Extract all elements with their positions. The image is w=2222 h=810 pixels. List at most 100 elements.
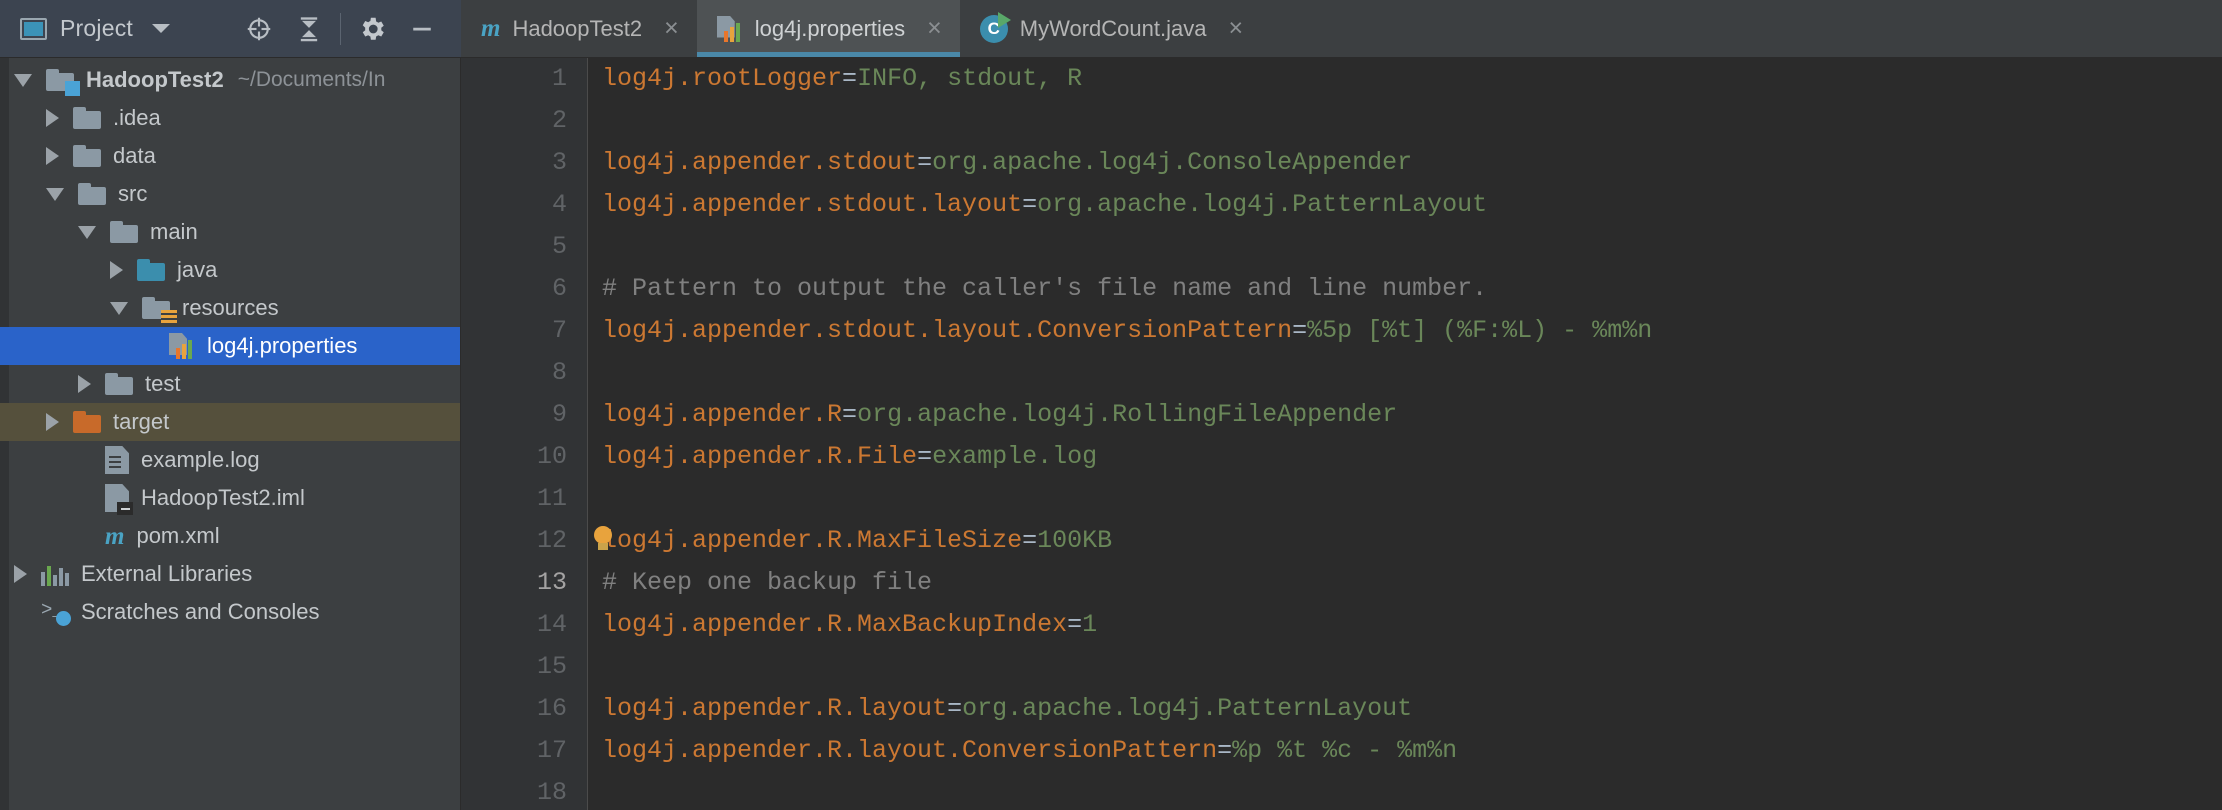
code-line[interactable] bbox=[588, 100, 2222, 142]
code-line[interactable]: log4j.appender.R.layout=org.apache.log4j… bbox=[588, 688, 2222, 730]
editor-tab-hadooptest2[interactable]: m HadoopTest2 × bbox=[461, 0, 697, 57]
minimize-icon[interactable] bbox=[397, 6, 447, 52]
tree-row-test[interactable]: test bbox=[0, 365, 460, 403]
maven-icon: m bbox=[105, 522, 125, 550]
code-line[interactable]: log4j.appender.stdout=org.apache.log4j.C… bbox=[588, 142, 2222, 184]
code-line[interactable] bbox=[588, 646, 2222, 688]
locate-target-icon[interactable] bbox=[234, 6, 284, 52]
code-token: = bbox=[842, 400, 858, 429]
text-file-icon bbox=[105, 446, 129, 474]
chevron-down-icon[interactable] bbox=[78, 225, 96, 239]
main-area: HadoopTest2 ~/Documents/In .idea data src mai… bbox=[0, 58, 2222, 810]
tree-row-target[interactable]: target bbox=[0, 403, 460, 441]
code-token: org.apache.log4j.PatternLayout bbox=[962, 694, 1413, 723]
line-number: 17 bbox=[536, 736, 567, 765]
line-number: 1 bbox=[551, 64, 567, 93]
tree-row-label: pom.xml bbox=[136, 523, 220, 548]
code-line[interactable]: log4j.appender.stdout.layout=org.apache.… bbox=[588, 184, 2222, 226]
tree-row-hadooptest2[interactable]: HadoopTest2 ~/Documents/In bbox=[0, 61, 460, 99]
tree-row-data[interactable]: data bbox=[0, 137, 460, 175]
chevron-down-icon[interactable] bbox=[110, 301, 128, 315]
code-line[interactable] bbox=[588, 772, 2222, 810]
tree-row-label: target bbox=[113, 409, 170, 434]
chevron-right-icon[interactable] bbox=[110, 261, 123, 279]
chevron-down-icon[interactable] bbox=[14, 73, 32, 87]
tree-row-resources[interactable]: resources bbox=[0, 289, 460, 327]
code-line[interactable]: log4j.appender.R.File=example.log bbox=[588, 436, 2222, 478]
tree-row-label: HadoopTest2.iml bbox=[141, 485, 305, 510]
code-token: = bbox=[1067, 610, 1083, 639]
code-token: log4j.appender.stdout bbox=[602, 148, 918, 177]
collapse-all-icon[interactable] bbox=[284, 6, 334, 52]
tree-row-idea[interactable]: .idea bbox=[0, 99, 460, 137]
tree-row-label: log4j.properties bbox=[207, 333, 358, 358]
code-editor[interactable]: 1 2 3 4 5 6 7 8 9 10 11 12 13 14 15 16 17 18 log4j.rootLo… bbox=[461, 58, 2222, 810]
code-line[interactable]: log4j.rootLogger=INFO, stdout, R bbox=[588, 58, 2222, 100]
maven-icon: m bbox=[481, 15, 501, 42]
code-token: log4j.appender.R.MaxFileSize bbox=[602, 526, 1023, 555]
editor-tab-bar: m HadoopTest2 × log4j.properties × C MyW… bbox=[461, 0, 2222, 58]
tab-close-icon[interactable]: × bbox=[1228, 16, 1243, 41]
code-line[interactable]: log4j.appender.R.MaxBackupIndex=1 bbox=[588, 604, 2222, 646]
project-panel-toolbar: Project bbox=[0, 0, 461, 58]
code-line[interactable]: log4j.appender.R.MaxFileSize=100KB bbox=[588, 520, 2222, 562]
gear-icon[interactable] bbox=[347, 6, 397, 52]
tree-row-log4j-properties[interactable]: log4j.properties bbox=[0, 327, 460, 365]
tree-row-main[interactable]: main bbox=[0, 213, 460, 251]
code-token: # Pattern to output the caller's file na… bbox=[602, 274, 1488, 303]
project-toolbar-actions bbox=[234, 6, 447, 52]
editor-tab-log4j-properties[interactable]: log4j.properties × bbox=[696, 0, 960, 57]
iml-file-icon bbox=[105, 484, 133, 515]
code-line[interactable]: # Keep one backup file bbox=[588, 562, 2222, 604]
code-line[interactable]: log4j.appender.stdout.layout.ConversionP… bbox=[588, 310, 2222, 352]
editor-code-area[interactable]: log4j.rootLogger=INFO, stdout, R log4j.a… bbox=[588, 58, 2222, 810]
toolbar-divider bbox=[340, 12, 341, 45]
project-tree-panel: HadoopTest2 ~/Documents/In .idea data src mai… bbox=[0, 58, 461, 810]
editor-gutter[interactable]: 1 2 3 4 5 6 7 8 9 10 11 12 13 14 15 16 17 18 bbox=[461, 58, 588, 810]
project-tree: HadoopTest2 ~/Documents/In .idea data src mai… bbox=[0, 58, 460, 631]
tree-row-hadooptest2-iml[interactable]: HadoopTest2.iml bbox=[0, 479, 460, 517]
code-line[interactable]: # Pattern to output the caller's file na… bbox=[588, 268, 2222, 310]
editor-tab-mywordcount-java[interactable]: C MyWordCount.java × bbox=[960, 0, 1261, 57]
code-token: log4j.rootLogger bbox=[602, 64, 843, 93]
tree-row-src[interactable]: src bbox=[0, 175, 460, 213]
tree-row-pom-xml[interactable]: m pom.xml bbox=[0, 517, 460, 555]
code-token: = bbox=[842, 64, 858, 93]
tree-row-scratches-and-consoles[interactable]: >_ Scratches and Consoles bbox=[0, 593, 460, 631]
code-token: = bbox=[1292, 316, 1308, 345]
folder-icon bbox=[110, 221, 138, 243]
project-panel-title: Project bbox=[60, 15, 133, 41]
code-token: = bbox=[1022, 526, 1038, 555]
tree-row-example-log[interactable]: example.log bbox=[0, 441, 460, 479]
chevron-right-icon[interactable] bbox=[14, 565, 27, 583]
intention-bulb-icon[interactable] bbox=[590, 526, 616, 556]
tree-row-label: resources bbox=[182, 295, 279, 320]
code-line[interactable]: log4j.appender.R.layout.ConversionPatter… bbox=[588, 730, 2222, 772]
chevron-right-icon[interactable] bbox=[46, 109, 59, 127]
code-line[interactable]: log4j.appender.R=org.apache.log4j.Rollin… bbox=[588, 394, 2222, 436]
code-line[interactable] bbox=[588, 226, 2222, 268]
line-number: 5 bbox=[551, 232, 567, 261]
chevron-down-icon[interactable] bbox=[46, 187, 64, 201]
tree-row-label: Scratches and Consoles bbox=[81, 599, 320, 624]
tab-close-icon[interactable]: × bbox=[664, 16, 679, 41]
java-class-runnable-icon: C bbox=[979, 11, 1011, 43]
code-line[interactable] bbox=[588, 352, 2222, 394]
code-token: # Keep one backup file bbox=[602, 568, 933, 597]
line-number: 9 bbox=[551, 400, 567, 429]
chevron-down-icon[interactable] bbox=[151, 24, 170, 33]
tree-row-external-libraries[interactable]: External Libraries bbox=[0, 555, 460, 593]
folder-sources-icon bbox=[137, 259, 165, 281]
line-number: 3 bbox=[551, 148, 567, 177]
code-token: = bbox=[947, 694, 963, 723]
chevron-right-icon[interactable] bbox=[78, 375, 91, 393]
folder-module-icon bbox=[46, 69, 80, 96]
chevron-right-icon[interactable] bbox=[46, 413, 59, 431]
chevron-right-icon[interactable] bbox=[46, 147, 59, 165]
code-line[interactable] bbox=[588, 478, 2222, 520]
tab-close-icon[interactable]: × bbox=[927, 16, 942, 41]
tree-row-java[interactable]: java bbox=[0, 251, 460, 289]
project-view-switcher[interactable]: Project bbox=[20, 15, 170, 42]
